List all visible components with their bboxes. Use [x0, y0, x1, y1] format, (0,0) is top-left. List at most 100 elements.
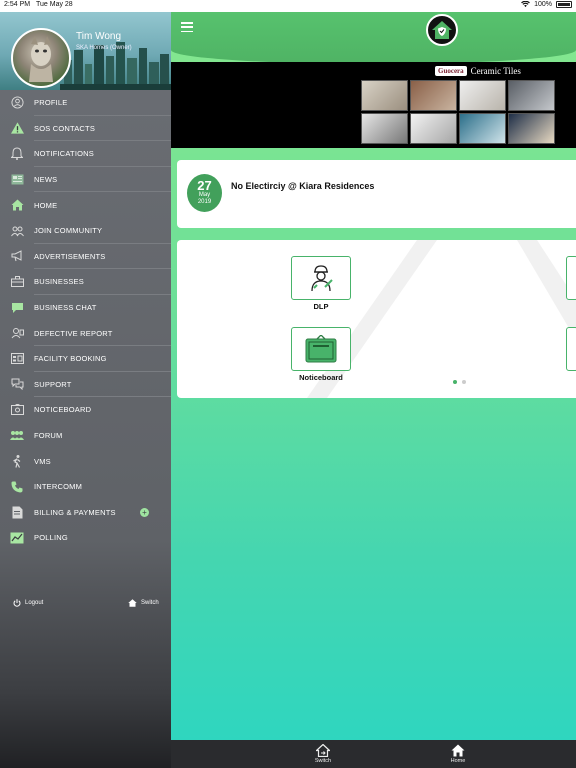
- menu-label: SOS CONTACTS: [34, 123, 96, 133]
- menu-label: VMS: [34, 456, 51, 466]
- drawer-footer: Logout Switch: [0, 599, 171, 613]
- menu-item-polling[interactable]: POLLING: [0, 525, 171, 551]
- tile-photo: [410, 113, 457, 144]
- menu-label: DEFECTIVE REPORT: [34, 328, 113, 338]
- menu-label: POLLING: [34, 533, 68, 543]
- battery-percent: 100%: [534, 1, 552, 8]
- status-bar: 2:54 PM Tue May 28 100%: [0, 0, 576, 12]
- technician-icon: [311, 265, 333, 292]
- menu-item-join-community[interactable]: JOIN COMMUNITY: [0, 218, 171, 244]
- menu-item-noticeboard[interactable]: NOTICEBOARD: [0, 397, 171, 423]
- menu-label: BUSINESSES: [34, 277, 84, 287]
- status-date: Tue May 28: [36, 1, 73, 8]
- warning-icon: [10, 122, 24, 134]
- tab-switch[interactable]: Switch: [303, 743, 343, 764]
- tile-label: Noticeboard: [299, 373, 343, 382]
- tile-photo-grid: [361, 80, 555, 144]
- tile-dlp[interactable]: DLP: [291, 256, 351, 311]
- menu-label: INTERCOMM: [34, 482, 83, 492]
- bottom-tab-bar: Switch Home: [171, 740, 576, 768]
- newspaper-icon: [11, 174, 23, 185]
- community-icon: [10, 226, 24, 237]
- menu-label: BUSINESS CHAT: [34, 303, 97, 313]
- logout-label: Logout: [25, 600, 44, 606]
- profile-header[interactable]: Tim Wong SKA Homes (Owner): [0, 12, 171, 90]
- page-dot-active[interactable]: [453, 380, 457, 384]
- tile-next-partial[interactable]: [566, 327, 576, 371]
- menu-label: ADVERTISEMENTS: [34, 251, 106, 261]
- walker-icon: [13, 454, 21, 468]
- menu-item-home[interactable]: HOME: [0, 192, 171, 218]
- menu-item-facility-booking[interactable]: FACILITY BOOKING: [0, 346, 171, 372]
- menu-item-sos-contacts[interactable]: SOS CONTACTS: [0, 116, 171, 142]
- menu-label: HOME: [34, 200, 58, 210]
- tab-label: Switch: [314, 758, 332, 764]
- menu-item-news[interactable]: NEWS: [0, 167, 171, 193]
- advertisement-banner[interactable]: Guocera Ceramic Tiles: [171, 62, 576, 148]
- banner-brand: Guocera Ceramic Tiles: [435, 66, 521, 76]
- phone-icon: [11, 481, 23, 493]
- menu-item-intercomm[interactable]: INTERCOMM: [0, 474, 171, 500]
- home-icon: [11, 199, 23, 211]
- tile-photo: [508, 113, 555, 144]
- switch-button[interactable]: Switch: [128, 599, 159, 607]
- tile-photo: [459, 80, 506, 111]
- tile-box: [291, 256, 351, 300]
- top-bar: [171, 12, 576, 64]
- briefcase-icon: [10, 276, 24, 288]
- logout-button[interactable]: Logout: [13, 599, 43, 607]
- menu-label: NOTICEBOARD: [34, 405, 92, 415]
- menu-item-forum[interactable]: FORUM: [0, 423, 171, 449]
- booking-icon: [10, 353, 24, 365]
- chat-icon: [11, 302, 23, 313]
- menu-label: BILLING & PAYMENTS: [34, 507, 116, 517]
- tab-home[interactable]: Home: [438, 743, 478, 764]
- news-card[interactable]: 27 May 2019 No Electirciy @ Kiara Reside…: [177, 160, 576, 228]
- noticeboard-icon: [10, 404, 24, 416]
- news-month: May: [198, 192, 211, 198]
- bill-icon: [12, 506, 22, 519]
- status-right: 100%: [521, 1, 572, 8]
- tile-box: [291, 327, 351, 371]
- wifi-icon: [521, 1, 530, 8]
- tile-photo: [361, 113, 408, 144]
- menu-label: SUPPORT: [34, 379, 72, 389]
- menu-item-profile[interactable]: PROFILE: [0, 90, 171, 116]
- user-name: Tim Wong: [76, 31, 122, 42]
- bell-icon: [11, 147, 23, 161]
- tile-photo: [508, 80, 555, 111]
- feature-tiles-card: DLP Noticeboard: [177, 240, 576, 398]
- hamburger-menu-icon[interactable]: [181, 22, 193, 32]
- side-drawer: Tim Wong SKA Homes (Owner) PROFILE SOS C…: [0, 12, 171, 768]
- menu-item-businesses[interactable]: BUSINESSES: [0, 269, 171, 295]
- menu-item-defective-report[interactable]: DEFECTIVE REPORT: [0, 320, 171, 346]
- main-content: Guocera Ceramic Tiles 27 May 2019 No Ele…: [171, 12, 576, 740]
- tile-next-partial[interactable]: [566, 256, 576, 300]
- menu-label: FACILITY BOOKING: [34, 354, 107, 364]
- megaphone-icon: [11, 250, 21, 262]
- news-day: 27: [197, 178, 212, 193]
- tile-photo: [410, 80, 457, 111]
- expand-plus-icon[interactable]: +: [140, 507, 149, 517]
- battery-icon: [556, 1, 572, 8]
- app-logo: [426, 14, 458, 46]
- menu-label: FORUM: [34, 431, 63, 441]
- page-dot[interactable]: [462, 380, 466, 384]
- menu-item-notifications[interactable]: NOTIFICATIONS: [0, 141, 171, 167]
- news-title: No Electirciy @ Kiara Residences: [231, 181, 375, 191]
- status-time: 2:54 PM: [4, 1, 31, 8]
- avatar[interactable]: [11, 28, 71, 88]
- menu-item-business-chat[interactable]: BUSINESS CHAT: [0, 295, 171, 321]
- house-shield-icon: [432, 21, 452, 39]
- switch-home-icon: [128, 599, 137, 607]
- power-icon: [13, 599, 21, 607]
- menu-label: PROFILE: [34, 98, 68, 108]
- tile-photo: [361, 80, 408, 111]
- menu-item-support[interactable]: SUPPORT: [0, 372, 171, 398]
- menu-label: JOIN COMMUNITY: [34, 226, 103, 236]
- menu-item-billing-payments[interactable]: BILLING & PAYMENTS +: [0, 500, 171, 526]
- news-date-badge: 27 May 2019: [187, 174, 222, 212]
- tile-noticeboard[interactable]: Noticeboard: [291, 327, 351, 382]
- menu-item-vms[interactable]: VMS: [0, 448, 171, 474]
- menu-item-advertisements[interactable]: ADVERTISEMENTS: [0, 244, 171, 270]
